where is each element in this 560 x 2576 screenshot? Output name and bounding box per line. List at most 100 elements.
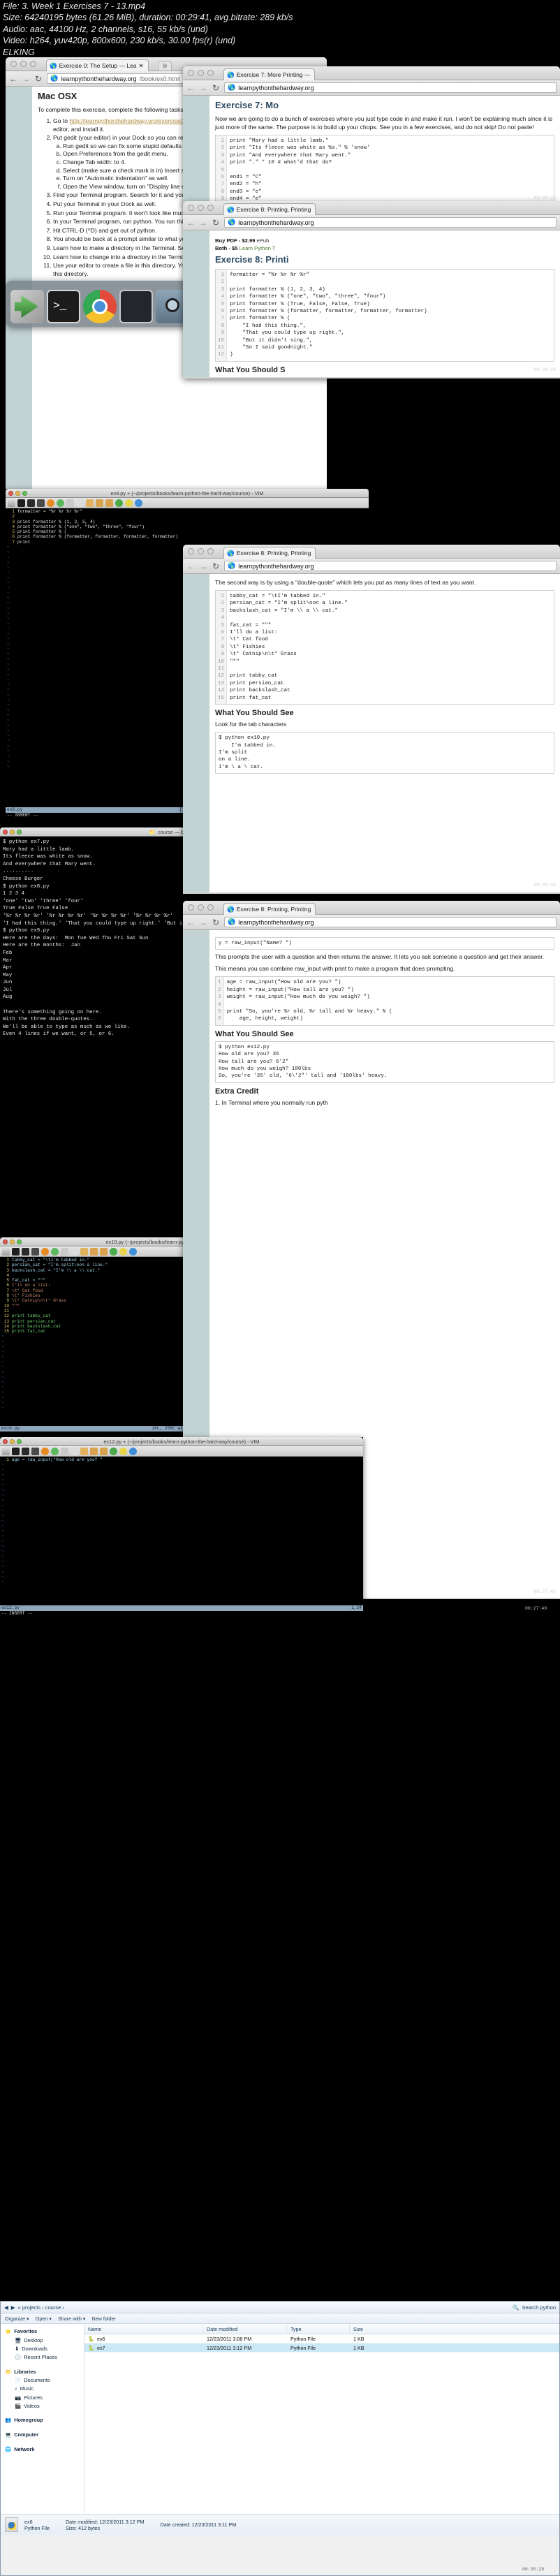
reload-icon[interactable]: ↻ <box>212 918 220 927</box>
chrome-icon[interactable] <box>83 290 117 323</box>
forward-icon[interactable]: → <box>199 561 207 571</box>
buy-pdf-link[interactable]: Buy PDF - $2.99 <box>215 237 255 244</box>
print-icon[interactable] <box>37 499 45 507</box>
paste-icon[interactable] <box>80 1447 88 1455</box>
make-icon[interactable] <box>119 1247 127 1256</box>
forward-icon[interactable]: → <box>199 218 207 228</box>
window-controls[interactable] <box>10 61 36 67</box>
tab-exercise-7[interactable]: 🌎 Exercise 7: More Printing — <box>223 68 316 80</box>
column-header-type[interactable]: Type <box>287 2324 350 2334</box>
address-path[interactable]: « projects › course › <box>18 2304 64 2311</box>
explorer-address-bar[interactable]: ◀ ▶ « projects › course › 🔍 Search pytho… <box>1 2302 559 2313</box>
find-icon[interactable] <box>90 1447 98 1455</box>
tab-exercise-8-printing-2[interactable]: 🌎 Exercise 8: Printing, Printing <box>223 903 316 915</box>
forward-icon[interactable]: ▶ <box>11 2304 15 2311</box>
browser-window-ex10[interactable]: 🌎 Exercise 8: Printing, Printing ← → ↻ 🌎… <box>183 545 560 894</box>
cut-icon[interactable] <box>66 499 74 507</box>
table-row[interactable]: 🐍 ex7 12/23/2011 3:12 PM Python File 1 K… <box>84 2343 559 2353</box>
print-icon[interactable] <box>31 1447 39 1455</box>
vim-toolbar[interactable] <box>6 498 369 508</box>
back-icon[interactable]: ← <box>186 561 195 571</box>
make-icon[interactable] <box>119 1447 127 1455</box>
explorer-file-list[interactable]: Name Date modified Type Size 🐍 ex6 12/23… <box>84 2324 559 2514</box>
make-icon[interactable] <box>125 499 133 507</box>
copy-icon[interactable] <box>76 499 84 507</box>
buy-both-link[interactable]: Both - $5 <box>215 245 238 251</box>
window-controls[interactable] <box>8 491 27 496</box>
explorer-toolbar[interactable]: Organize ▾ Open ▾ Share with ▾ New folde… <box>1 2313 559 2324</box>
save-all-icon[interactable] <box>22 1447 29 1455</box>
nav-item-recent-places[interactable]: 🕔 Recent Places <box>1 2353 84 2361</box>
reload-icon[interactable]: ↻ <box>34 74 43 84</box>
window-controls[interactable] <box>3 1439 22 1444</box>
undo-icon[interactable] <box>41 1247 49 1256</box>
exercise0-link[interactable]: http://learnpythonthehardway.org/exercis… <box>69 117 197 124</box>
vim-buffer[interactable]: 1 age = raw_input("How old are you? " ~ … <box>0 1457 363 1605</box>
window-controls[interactable] <box>188 70 214 76</box>
find-next-icon[interactable] <box>105 499 113 507</box>
close-icon[interactable]: ✕ <box>138 62 143 70</box>
window-controls[interactable] <box>3 1239 22 1244</box>
new-tab-button[interactable]: ⊕ <box>158 61 172 71</box>
paste-icon[interactable] <box>86 499 94 507</box>
open-icon[interactable] <box>2 1247 10 1256</box>
find-icon[interactable] <box>90 1247 98 1256</box>
nav-group-homegroup[interactable]: 👥 Homegroup <box>1 2415 84 2424</box>
address-bar[interactable]: 🌎 learnpythonthehardway.org <box>224 917 557 927</box>
table-row[interactable]: 🐍 ex6 12/23/2011 3:08 PM Python File 1 K… <box>84 2334 559 2343</box>
address-bar[interactable]: 🌎 learnpythonthehardway.org <box>224 217 557 228</box>
new-folder-button[interactable]: New folder <box>92 2316 116 2322</box>
nav-item-downloads[interactable]: ⬇ Downloads <box>1 2344 84 2353</box>
redo-icon[interactable] <box>51 1247 59 1256</box>
column-header-name[interactable]: Name <box>84 2324 203 2334</box>
nav-item-videos[interactable]: 🎬 Videos <box>1 2401 84 2410</box>
address-bar[interactable]: 🌎 learnpythonthehardway.org <box>224 82 557 93</box>
column-header-size[interactable]: Size <box>350 2324 392 2334</box>
help-icon[interactable] <box>129 1447 137 1455</box>
vim-window-ex12[interactable]: ex12.py + (~/projects/books/learn-python… <box>0 1437 363 1615</box>
run-icon[interactable] <box>110 1447 117 1455</box>
tab-exercise-8[interactable]: 🌎 Exercise 8: Printing, Printing <box>223 203 316 215</box>
forward-icon[interactable]: → <box>22 74 30 84</box>
learn-python-link[interactable]: Learn Python T <box>240 245 276 251</box>
nav-group-libraries[interactable]: 📁 Libraries <box>1 2367 84 2376</box>
find-next-icon[interactable] <box>100 1447 108 1455</box>
copy-icon[interactable] <box>71 1247 78 1256</box>
help-icon[interactable] <box>129 1247 137 1256</box>
nav-group-favorites[interactable]: ⭐ Favorites <box>1 2327 84 2336</box>
back-icon[interactable]: ← <box>9 74 17 84</box>
address-bar[interactable]: 🌎 learnpythonthehardway.org <box>224 561 557 571</box>
back-icon[interactable]: ← <box>186 83 195 93</box>
nav-group-computer[interactable]: 💻 Computer <box>1 2430 84 2439</box>
file-list-header[interactable]: Name Date modified Type Size <box>84 2324 559 2334</box>
paste-icon[interactable] <box>80 1247 88 1256</box>
window-controls[interactable] <box>188 548 214 554</box>
forward-icon[interactable]: → <box>199 918 207 927</box>
browser-window-ex7[interactable]: 🌎 Exercise 7: More Printing — ← → ↻ 🌎 le… <box>183 66 560 206</box>
organize-button[interactable]: Organize ▾ <box>5 2316 29 2322</box>
undo-icon[interactable] <box>47 499 54 507</box>
column-header-modified[interactable]: Date modified <box>203 2324 287 2334</box>
save-icon[interactable] <box>12 1247 20 1256</box>
search-input[interactable]: Search python <box>522 2304 556 2311</box>
vim-toolbar[interactable] <box>0 1446 363 1457</box>
print-icon[interactable] <box>31 1247 39 1256</box>
redo-icon[interactable] <box>57 499 64 507</box>
buy-epub-link[interactable]: ePub <box>257 237 270 244</box>
open-icon[interactable] <box>2 1447 10 1455</box>
reload-icon[interactable]: ↻ <box>212 561 220 571</box>
browser-window-ex8[interactable]: 🌎 Exercise 8: Printing, Printing ← → ↻ 🌎… <box>183 201 560 378</box>
back-icon[interactable]: ◀ <box>4 2304 8 2311</box>
find-next-icon[interactable] <box>100 1247 108 1256</box>
reload-icon[interactable]: ↻ <box>212 218 220 228</box>
back-icon[interactable]: ← <box>186 918 195 927</box>
save-icon[interactable] <box>12 1447 20 1455</box>
back-icon[interactable]: ← <box>186 218 195 228</box>
window-controls[interactable] <box>3 830 22 834</box>
quicktime-icon[interactable] <box>119 290 153 323</box>
nav-item-music[interactable]: ♪ Music <box>1 2385 84 2393</box>
nav-item-pictures[interactable]: 📷 Pictures <box>1 2393 84 2401</box>
forward-icon[interactable]: → <box>199 83 207 93</box>
undo-icon[interactable] <box>41 1447 49 1455</box>
nav-group-network[interactable]: 🌐 Network <box>1 2445 84 2454</box>
